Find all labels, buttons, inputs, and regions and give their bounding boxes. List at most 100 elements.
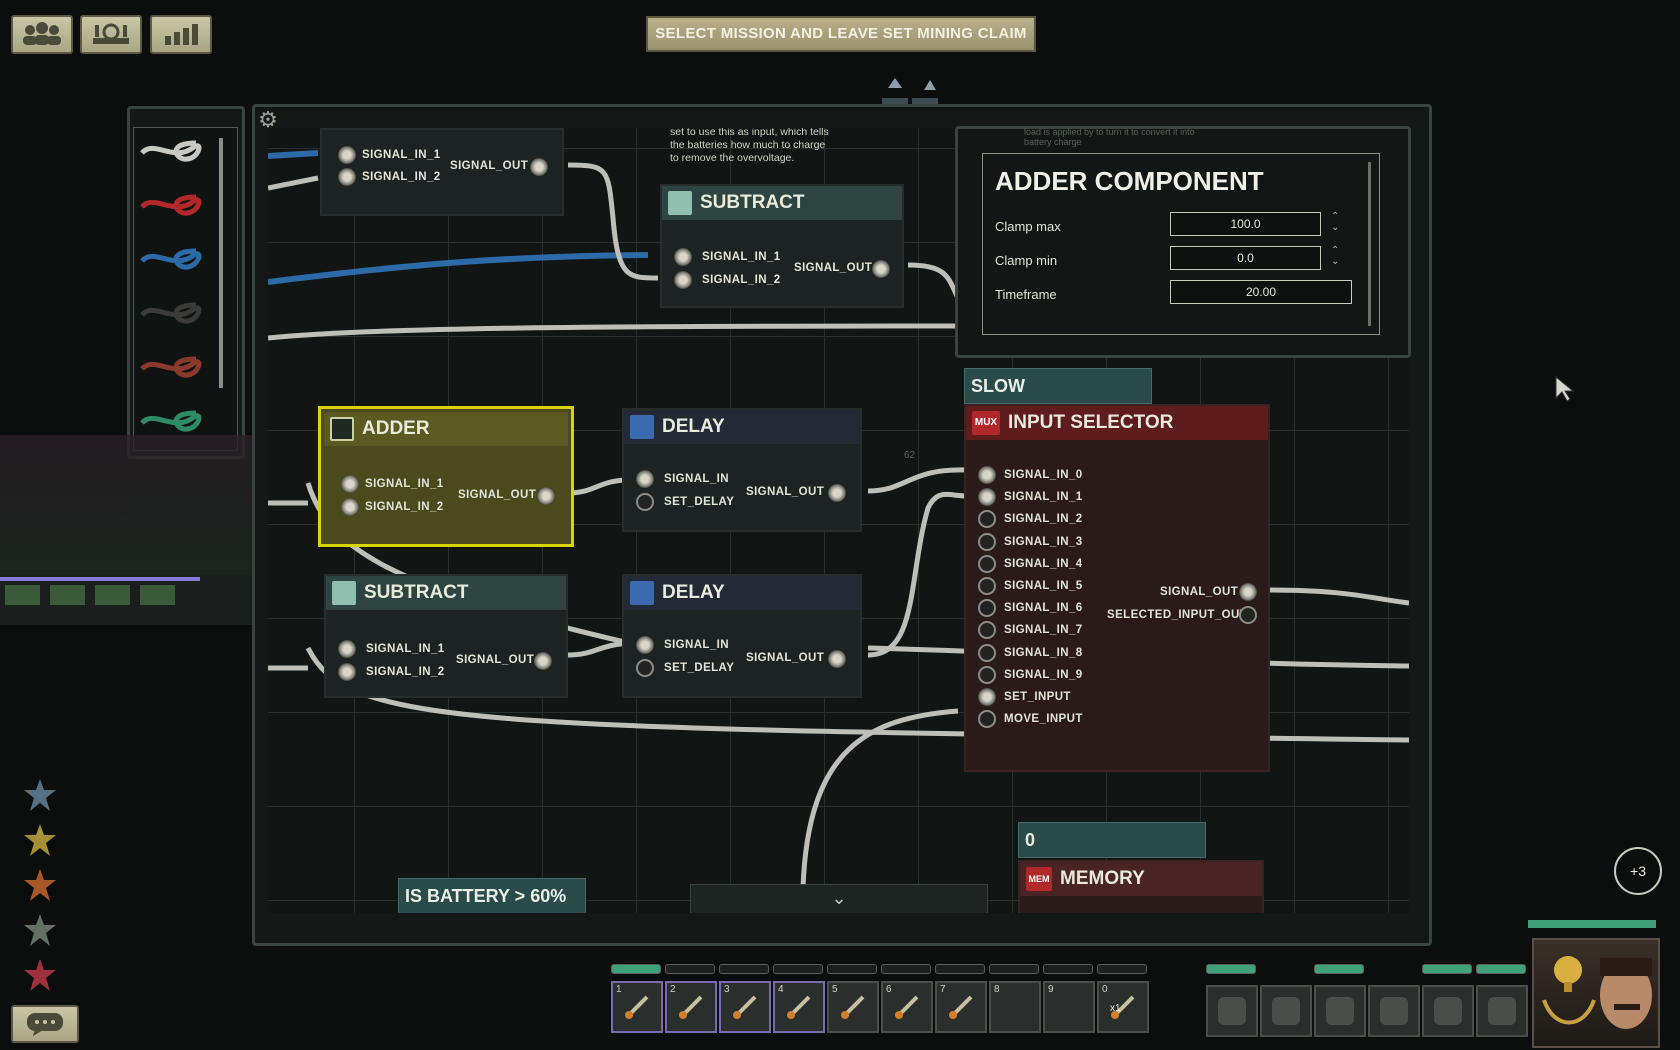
battery-label[interactable]: IS BATTERY > 60% <box>398 878 586 913</box>
selector-input-label: SIGNAL_IN_6 <box>1004 602 1083 615</box>
memory-label[interactable]: 0 <box>1018 822 1206 858</box>
signal-in-2-jack[interactable] <box>674 271 692 289</box>
collapse-button[interactable]: ⌄ <box>690 884 988 913</box>
equipment-slot[interactable] <box>1314 985 1366 1037</box>
signal-in-1-jack[interactable] <box>338 146 356 164</box>
grid-number: 62 <box>904 450 916 461</box>
wire-palette-scrollbar[interactable] <box>219 138 223 388</box>
clamp-max-input[interactable]: 100.0 <box>1170 212 1321 236</box>
signal-in-2-jack[interactable] <box>341 498 359 516</box>
selected-input-out-jack[interactable] <box>1239 606 1257 624</box>
signal-in-1-jack[interactable] <box>674 248 692 266</box>
green-wire[interactable] <box>140 410 202 432</box>
notification-badge[interactable]: +3 <box>1614 847 1662 895</box>
delay-header[interactable]: DELAY <box>624 410 860 444</box>
signal-out-jack[interactable] <box>1239 583 1257 601</box>
selector-input-jack[interactable] <box>978 665 996 684</box>
signal-in-jack[interactable] <box>636 636 654 654</box>
delay-node-bottom[interactable]: DELAY SIGNAL_IN SET_DELAY SIGNAL_OUT <box>622 574 862 698</box>
character-portrait[interactable] <box>1532 938 1660 1048</box>
assistant-talent-icon[interactable] <box>22 778 58 814</box>
slot-condition-bar <box>719 964 769 974</box>
clamp-min-stepper[interactable]: ⌃ ⌄ <box>1331 245 1339 267</box>
stats-button[interactable] <box>150 15 212 54</box>
command-button[interactable] <box>80 15 142 54</box>
blue-wire[interactable] <box>140 248 202 270</box>
equipment-slot[interactable] <box>1206 985 1258 1037</box>
clamp-min-input[interactable]: 0.0 <box>1170 246 1321 270</box>
equipment-slot[interactable] <box>1476 985 1528 1037</box>
input-selector-node[interactable]: MUX INPUT SELECTOR SIGNAL_IN_0 SIGNAL_IN_1… <box>964 404 1270 772</box>
brown-wire[interactable] <box>140 356 202 378</box>
set-delay-jack[interactable] <box>636 659 654 677</box>
selector-input-jack[interactable] <box>978 643 996 662</box>
input-selector-header[interactable]: MUX INPUT SELECTOR <box>966 406 1268 440</box>
adder-header[interactable]: ADDER <box>324 412 568 446</box>
slow-increase-label[interactable]: SLOW IN-/DECREASE <box>964 368 1152 430</box>
welding-tool-icon <box>947 993 975 1021</box>
subtract-node-top[interactable]: SUBTRACT SIGNAL_IN_1 SIGNAL_IN_2 SIGNAL_… <box>660 184 904 308</box>
memory-header[interactable]: MEM MEMORY <box>1020 862 1262 896</box>
security-talent-icon[interactable] <box>22 868 58 904</box>
hotbar-slot[interactable]: 0 <box>1097 981 1149 1033</box>
slot-number: 1 <box>616 984 622 995</box>
timeframe-input[interactable]: 20.00 <box>1170 280 1352 304</box>
signal-in-1-jack[interactable] <box>338 640 356 658</box>
selector-input-jack[interactable] <box>978 688 996 706</box>
selector-input-jack[interactable] <box>978 488 996 507</box>
signal-out-jack[interactable] <box>828 484 846 502</box>
chat-button[interactable] <box>11 1005 79 1043</box>
slot-condition-bar <box>935 964 985 974</box>
selector-input-jack[interactable] <box>978 466 996 484</box>
selector-input-jack[interactable] <box>978 577 996 595</box>
signal-in-1-label: SIGNAL_IN_1 <box>702 251 781 263</box>
equipment-slot[interactable] <box>1260 985 1312 1037</box>
signal-out-jack[interactable] <box>537 487 555 505</box>
subtract-header[interactable]: SUBTRACT <box>326 576 566 610</box>
selector-input-jack[interactable] <box>978 621 996 640</box>
delay-header[interactable]: DELAY <box>624 576 860 610</box>
hotbar-slot[interactable]: 7 <box>935 981 987 1033</box>
signal-out-jack[interactable] <box>872 260 890 278</box>
selector-input-jack[interactable] <box>978 710 996 729</box>
medical-cross-icon[interactable] <box>22 958 58 994</box>
subtract-node-bottom[interactable]: SUBTRACT SIGNAL_IN_1 SIGNAL_IN_2 SIGNAL_… <box>324 574 568 698</box>
signal-in-jack[interactable] <box>636 470 654 488</box>
signal-out-jack[interactable] <box>828 650 846 668</box>
signal-in-2-jack[interactable] <box>338 663 356 681</box>
selector-input-jack[interactable] <box>978 532 996 551</box>
adder-title: ADDER <box>362 418 430 439</box>
hotbar-slot[interactable]: 8 <box>989 981 1041 1033</box>
memory-node[interactable]: MEM MEMORY <box>1018 860 1264 913</box>
medic-talent-icon[interactable] <box>22 913 58 949</box>
signal-in-1-jack[interactable] <box>341 475 359 493</box>
signal-in-2-jack[interactable] <box>338 168 356 186</box>
clamp-max-stepper[interactable]: ⌃ ⌄ <box>1331 211 1339 233</box>
signal-out-jack[interactable] <box>530 158 548 176</box>
hotbar-slot[interactable]: 1 <box>611 981 663 1033</box>
selector-input-jack[interactable] <box>978 599 996 618</box>
adder-node[interactable]: ADDER SIGNAL_IN_1 SIGNAL_IN_2 SIGNAL_OUT <box>318 406 574 547</box>
delay-node-top[interactable]: DELAY SIGNAL_IN SET_DELAY SIGNAL_OUT <box>622 408 862 532</box>
hotbar-slot[interactable]: 6 <box>881 981 933 1033</box>
red-wire[interactable] <box>140 194 202 216</box>
black-wire[interactable] <box>140 302 202 324</box>
equipment-slot[interactable] <box>1368 985 1420 1037</box>
equipment-slot[interactable] <box>1422 985 1474 1037</box>
hotbar-slot[interactable]: 9 <box>1043 981 1095 1033</box>
settings-scrollbar[interactable] <box>1368 162 1371 326</box>
selector-input-jack[interactable] <box>978 554 996 573</box>
crew-button[interactable] <box>11 15 73 54</box>
mission-button[interactable]: SELECT MISSION AND LEAVE SET MINING CLAI… <box>646 16 1036 52</box>
subtract-header[interactable]: SUBTRACT <box>662 186 902 220</box>
white-wire[interactable] <box>140 140 202 162</box>
signal-out-jack[interactable] <box>534 652 552 670</box>
set-delay-jack[interactable] <box>636 493 654 511</box>
selector-input-jack[interactable] <box>978 510 996 529</box>
hotbar-slot[interactable]: 3 <box>719 981 771 1033</box>
hotbar-slot[interactable]: 5 <box>827 981 879 1033</box>
hotbar-slot[interactable]: 2 <box>665 981 717 1033</box>
top-left-node[interactable]: SIGNAL_IN_1 SIGNAL_IN_2 SIGNAL_OUT <box>320 128 564 216</box>
hotbar-slot[interactable]: 4 <box>773 981 825 1033</box>
engineer-talent-icon[interactable] <box>22 823 58 859</box>
